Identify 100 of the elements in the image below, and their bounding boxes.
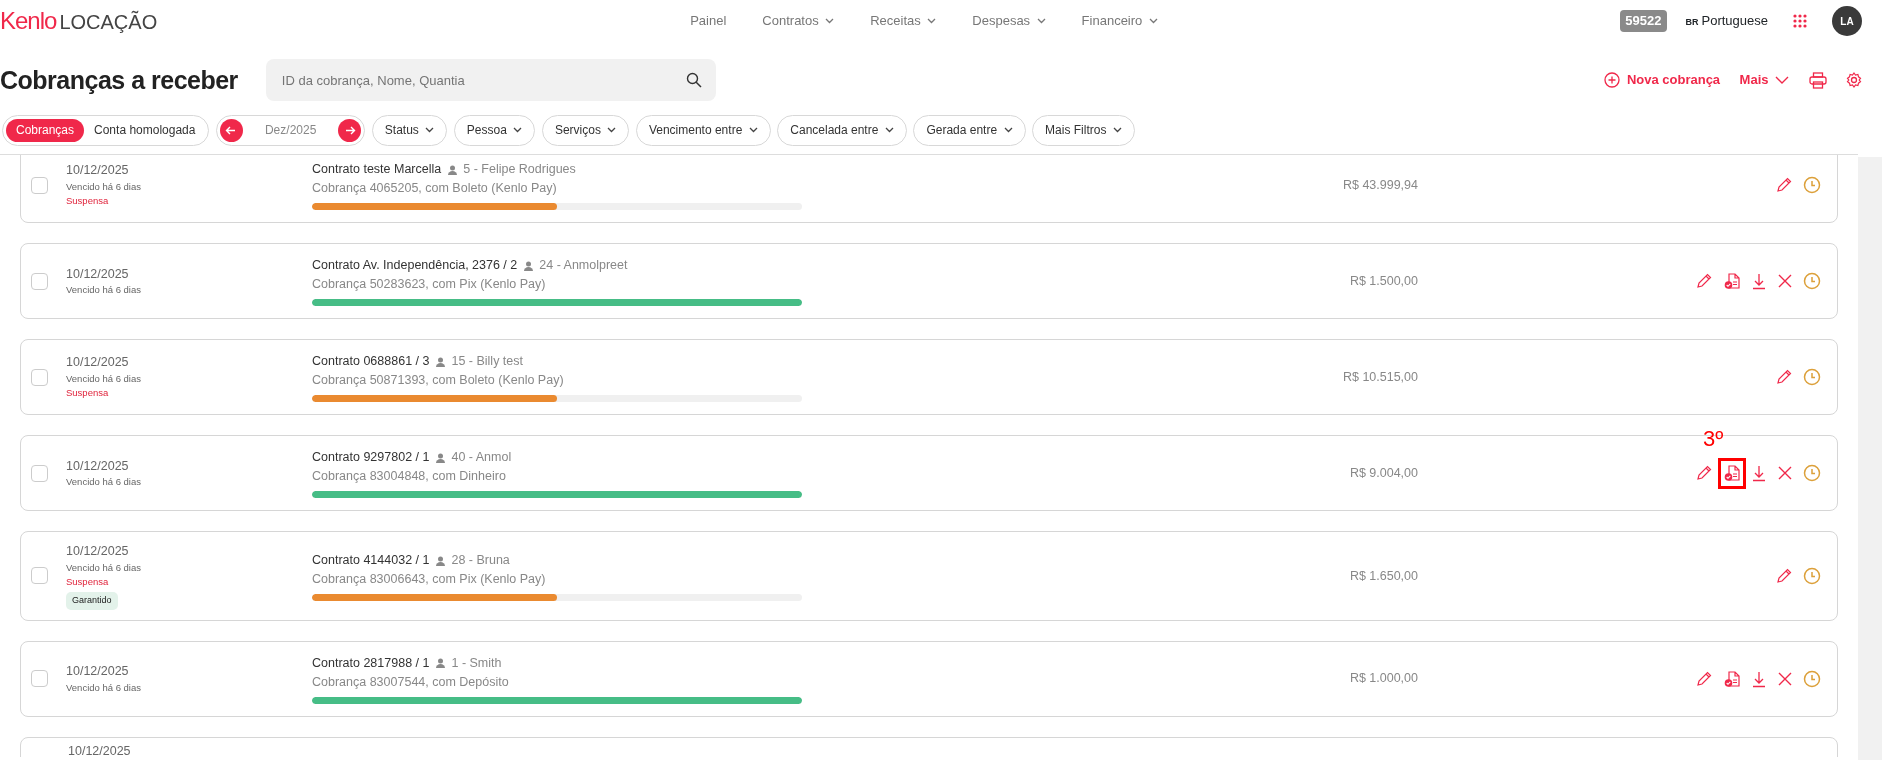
previous-month-button[interactable] [219,118,243,142]
edit-icon[interactable] [1695,272,1713,290]
edit-icon[interactable] [1775,368,1793,386]
filter-dropdown[interactable]: Vencimento entre [635,114,771,146]
charge-description: Cobrança 50871393, com Boleto (Kenlo Pay) [312,372,565,389]
chevron-down-icon [1036,18,1046,24]
person-icon [447,164,457,175]
chevron-down-icon [1003,127,1013,133]
edit-icon[interactable] [1695,669,1713,688]
chevron-down-icon [1148,18,1158,24]
close-icon[interactable] [1777,273,1793,289]
clock-icon[interactable] [1803,368,1821,386]
charge-amount: R$ 10.515,00 [1341,368,1418,386]
row-checkbox[interactable] [31,464,48,482]
view-toggle-tab[interactable]: Conta homologada [84,118,206,142]
chevron-down-icon [927,18,937,24]
charge-amount: R$ 43.999,94 [1341,176,1418,194]
nav-menu-item[interactable]: Contratos [744,11,853,31]
charge-amount: R$ 1.000,00 [1348,670,1418,688]
contract-link[interactable]: Contrato 2817988 / 1 [312,654,430,673]
receipt-check-icon[interactable] [1723,669,1741,688]
due-date: 10/12/2025 [68,742,132,757]
nav-menu-item[interactable]: Painel [672,11,745,31]
chevron-down-icon [884,127,894,133]
settings-icon[interactable] [1846,72,1862,88]
receipt-check-icon[interactable] [1723,272,1741,290]
filter-dropdown[interactable]: Gerada entre [913,114,1026,146]
contract-link[interactable]: Contrato Av. Independência, 2376 / 2 [312,256,518,275]
due-date: 10/12/2025 [66,457,130,475]
row-checkbox[interactable] [31,176,48,194]
filter-dropdown[interactable]: Mais Filtros [1032,114,1135,146]
plus-circle-icon [1604,72,1621,88]
logo-wordmark[interactable]: Kenlo [0,3,57,39]
edit-icon[interactable] [1695,464,1713,482]
filter-dropdown[interactable]: Pessoa [453,114,536,146]
person-name[interactable]: 5 - Felipe Rodrigues [463,160,576,179]
nav-menu-item[interactable]: Despesas [954,11,1064,31]
clock-icon[interactable] [1803,566,1821,585]
nav-menu-item[interactable]: Receitas [852,11,955,31]
filter-dropdown[interactable]: Cancelada entre [777,114,907,146]
due-date: 10/12/2025 [66,162,130,180]
user-avatar[interactable]: LA [1832,6,1862,36]
account-number-badge: 59522 [1620,10,1667,32]
apps-grid-icon[interactable] [1793,14,1807,28]
clock-icon[interactable] [1803,669,1821,688]
guarantee-tag: Garantido [66,592,118,610]
person-name[interactable]: 24 - Anmolpreet [539,256,628,275]
close-icon[interactable] [1777,670,1793,687]
charge-description: Cobrança 4065205, com Boleto (Kenlo Pay) [312,180,558,197]
highlight-box [1718,458,1746,489]
chevron-down-icon [1112,127,1122,133]
annotation-label: 3º [1703,428,1724,450]
filter-dropdown[interactable]: Status [371,114,448,146]
row-checkbox[interactable] [31,670,48,688]
contract-link[interactable]: Contrato 9297802 / 1 [312,448,430,467]
download-icon[interactable] [1751,464,1767,482]
clock-icon[interactable] [1803,176,1821,194]
charge-description: Cobrança 50283623, com Pix (Kenlo Pay) [312,276,547,293]
person-icon [435,356,445,367]
due-date: 10/12/2025 [66,265,130,283]
close-icon[interactable] [1777,465,1793,481]
status-label: Suspensa [66,194,110,209]
chevron-down-icon [513,127,523,133]
due-date: 10/12/2025 [66,543,130,560]
more-menu-button[interactable]: Mais [1739,70,1789,90]
due-date: 10/12/2025 [66,354,130,372]
print-icon[interactable] [1808,71,1827,89]
page-title: Cobranças a receber [0,65,238,95]
next-month-button[interactable] [338,118,362,142]
language-selector[interactable]: BR Portuguese [1685,11,1768,31]
chevron-down-icon [1775,76,1789,84]
row-checkbox[interactable] [31,368,48,386]
row-checkbox[interactable] [31,567,48,585]
filter-dropdown[interactable]: Serviços [541,114,630,146]
nav-menu-item[interactable]: Financeiro [1063,11,1176,31]
person-name[interactable]: 15 - Billy test [451,352,523,371]
status-label: Suspensa [66,575,110,589]
clock-icon[interactable] [1803,464,1821,482]
chevron-down-icon [425,127,435,133]
person-icon [523,260,533,271]
contract-link[interactable]: Contrato 4144032 / 1 [312,551,430,570]
contract-link[interactable]: Contrato teste Marcella [312,160,442,179]
person-name[interactable]: 40 - Anmol [451,448,512,467]
view-toggle-tab[interactable]: Cobranças [6,118,85,142]
status-label: Suspensa [66,386,110,401]
download-icon[interactable] [1751,669,1767,688]
receipt-check-icon[interactable] [1723,464,1741,482]
new-charge-button[interactable]: Nova cobrança [1604,70,1721,90]
clock-icon[interactable] [1803,272,1821,290]
chevron-down-icon [825,18,835,24]
download-icon[interactable] [1751,272,1767,290]
edit-icon[interactable] [1775,176,1793,194]
overdue-note: Vencido há 6 dias [66,372,142,387]
row-checkbox[interactable] [31,272,48,290]
search-icon [685,72,702,88]
person-name[interactable]: 1 - Smith [451,654,502,673]
edit-icon[interactable] [1775,566,1793,585]
contract-link[interactable]: Contrato 0688861 / 3 [312,352,430,371]
person-name[interactable]: 28 - Bruna [451,551,510,570]
due-date: 10/12/2025 [66,663,130,681]
